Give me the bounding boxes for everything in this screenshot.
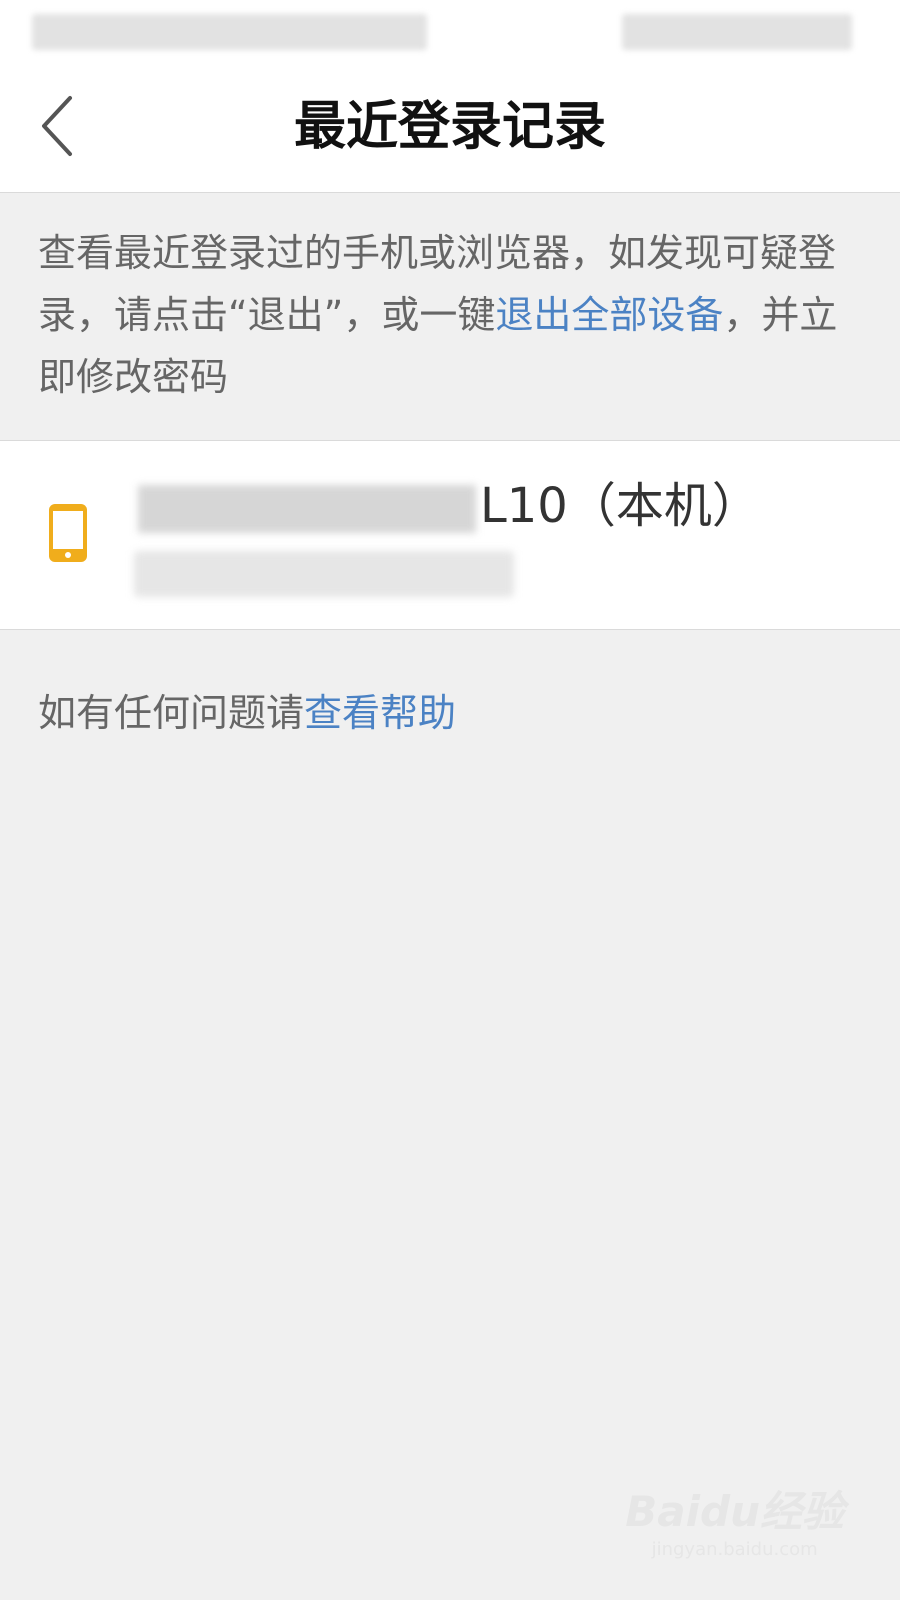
nav-bar: 最近登录记录 — [0, 62, 900, 193]
logout-all-devices-link[interactable]: 退出全部设备 — [495, 293, 723, 337]
baidu-jingyan-watermark: Baidu经验 jingyan.baidu.com — [625, 1478, 844, 1560]
device-name-masked — [138, 485, 476, 533]
notice-text: 查看最近登录过的手机或浏览器，如发现可疑登录，请点击“退出”，或一键退出全部设备… — [38, 222, 858, 408]
status-bar — [0, 0, 900, 62]
status-bar-right-blurred — [622, 14, 852, 50]
help-text-prefix: 如有任何问题请 — [38, 691, 305, 735]
chevron-left-icon — [42, 96, 72, 156]
view-help-link[interactable]: 查看帮助 — [304, 691, 456, 735]
back-button[interactable] — [28, 90, 88, 162]
device-list-item[interactable]: L10（本机） — [0, 440, 900, 630]
watermark-url: jingyan.baidu.com — [651, 1539, 818, 1560]
watermark-logo: Baidu经验 — [625, 1487, 844, 1536]
status-bar-left-blurred — [32, 14, 427, 50]
device-name: L10（本机） — [138, 471, 760, 541]
page-title: 最近登录记录 — [293, 97, 606, 157]
device-meta-blurred — [134, 551, 514, 597]
phone-icon — [49, 504, 87, 562]
help-text: 如有任何问题请查看帮助 — [38, 682, 456, 744]
device-name-suffix: L10（本机） — [480, 478, 760, 534]
